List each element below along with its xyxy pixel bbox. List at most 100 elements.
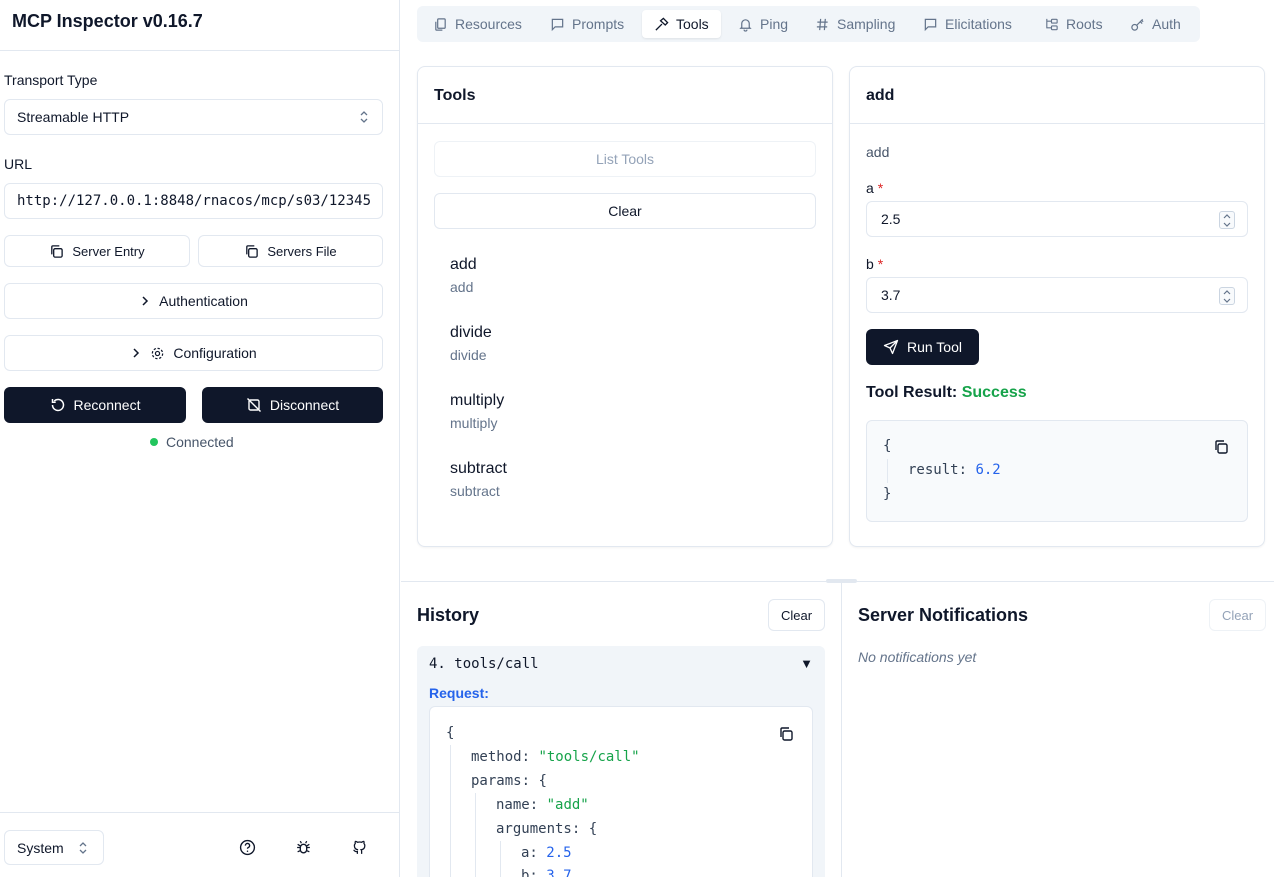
copy-result-button[interactable] [1211,437,1231,457]
chevron-down-icon [1223,222,1231,227]
tool-item-multiply[interactable]: multiply multiply [450,392,504,431]
number-spinner[interactable] [1219,211,1235,229]
tab-roots[interactable]: Roots [1032,10,1115,38]
help-button[interactable] [237,837,257,857]
tool-result-status: Success [961,384,1027,401]
json-value: "tools/call" [538,749,640,765]
json-arguments-line: arguments: { [496,821,597,837]
gear-icon [152,347,164,359]
tab-label: Tools [676,16,709,32]
param-a-name: a [866,180,874,196]
card-divider [418,123,832,124]
json-indent-guide [500,841,501,877]
tool-result-label: Tool Result: [866,384,958,401]
tool-description: subtract [450,483,500,499]
tab-sampling[interactable]: Sampling [803,10,907,38]
json-brace: } [883,486,892,502]
sidebar-header-divider [0,50,399,51]
tool-result-heading: Tool Result: Success [866,384,1027,402]
chevrons-up-down-icon [79,841,87,854]
json-params-line: params: { [471,773,547,789]
param-b-input[interactable]: 3.7 [866,277,1248,313]
status-dot [150,438,158,446]
json-key: name: [496,797,539,813]
url-input[interactable]: http://127.0.0.1:8848/rnacos/mcp/s03/123… [4,183,383,219]
json-brace: { [446,725,455,741]
tool-detail-description: add [866,144,890,160]
json-indent-guide [450,745,451,877]
tools-panel-title: Tools [434,87,476,104]
tab-label: Prompts [572,16,625,32]
number-spinner[interactable] [1219,287,1235,305]
send-icon [883,339,899,355]
transport-type-select[interactable]: Streamable HTTP [4,99,383,135]
authentication-button[interactable]: Authentication [4,283,383,319]
sidebar: MCP Inspector v0.16.7 Transport Type Str… [0,0,400,877]
status-text: Connected [166,434,234,450]
history-item: 4. tools/call ▼ Request: { method: "tool… [417,646,825,877]
tool-item-subtract[interactable]: subtract subtract [450,460,507,499]
server-entry-label: Server Entry [72,243,145,259]
tab-elicitations[interactable]: Elicitations [911,10,1024,38]
debug-button[interactable] [293,837,313,857]
clear-notifications-button[interactable]: Clear [1209,599,1266,631]
required-mark: * [877,180,884,196]
chevron-right-icon [142,296,149,306]
tab-prompts[interactable]: Prompts [538,10,636,38]
tab-tools[interactable]: Tools [642,10,721,38]
chevron-right-icon [133,348,140,358]
tool-item-divide[interactable]: divide divide [450,324,492,363]
tool-detail-title: add [866,87,895,104]
app-title: MCP Inspector v0.16.7 [12,11,203,31]
request-json: { method: "tools/call" params: { name: "… [429,706,813,877]
copy-icon [51,244,64,258]
github-button[interactable] [349,837,369,857]
chevron-up-icon [1223,213,1231,218]
run-tool-button[interactable]: Run Tool [866,329,979,365]
history-item-title[interactable]: 4. tools/call [429,656,539,672]
servers-file-label: Servers File [267,243,337,259]
json-value: 6.2 [975,462,1001,478]
bell-icon [739,18,752,32]
param-a-input[interactable]: 2.5 [866,201,1248,237]
tab-ping[interactable]: Ping [726,10,800,38]
json-value: "add" [546,797,589,813]
history-item-toggle[interactable]: ▼ [800,656,813,671]
help-circle-icon [239,839,255,855]
hammer-icon [655,17,669,31]
list-tools-button[interactable]: List Tools [434,141,816,177]
json-indent-guide [887,459,888,483]
json-indent-guide [475,793,476,877]
tool-detail-panel: add add a * 2.5 b * 3.7 Run Tool Tool Re… [849,66,1265,547]
url-label: URL [4,156,33,172]
reconnect-button[interactable]: Reconnect [4,387,186,423]
tab-auth[interactable]: Auth [1118,10,1193,38]
copy-icon [1215,440,1228,454]
rotate-ccw-icon [51,398,64,412]
tool-item-add[interactable]: add add [450,256,477,295]
tool-description: add [450,279,474,295]
authentication-label: Authentication [159,293,248,309]
tab-label: Ping [760,16,789,32]
required-mark: * [877,256,884,272]
theme-value: System [17,839,64,856]
bug-icon [296,840,310,854]
chevron-down-icon [1223,298,1231,303]
clear-tools-button[interactable]: Clear [434,193,816,229]
servers-file-button[interactable]: Servers File [198,235,383,267]
clear-history-button[interactable]: Clear [768,599,825,631]
theme-select[interactable]: System [4,830,104,865]
disconnect-button[interactable]: Disconnect [202,387,383,423]
param-b-name: b [866,256,874,272]
server-entry-button[interactable]: Server Entry [4,235,190,267]
json-name-line: name: "add" [496,797,589,813]
copy-request-button[interactable] [776,724,796,744]
card-divider [850,123,1264,124]
reconnect-label: Reconnect [73,397,141,413]
copy-icon [780,727,793,741]
configuration-button[interactable]: Configuration [4,335,383,371]
server-notifications-title: Server Notifications [858,605,1029,625]
tab-resources[interactable]: Resources [421,10,534,38]
main-tabs: Resources Prompts Tools Ping Sampling El… [417,6,1200,42]
tab-label: Auth [1152,16,1181,32]
